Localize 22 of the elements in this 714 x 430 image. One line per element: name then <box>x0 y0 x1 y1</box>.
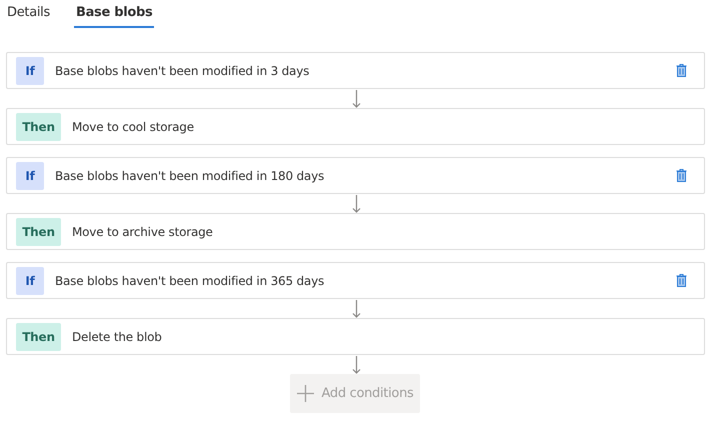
condition-badge: If <box>16 266 44 294</box>
down-arrow-icon <box>352 89 360 108</box>
down-arrow-icon <box>352 299 360 318</box>
rule-text: Move to archive storage <box>72 224 214 238</box>
rule-text: Base blobs haven't been modified in 365 days <box>55 274 326 288</box>
delete-icon[interactable] <box>676 64 687 77</box>
rule-text: Delete the blob <box>72 330 163 344</box>
plus-icon <box>296 385 314 402</box>
down-arrow-icon <box>352 194 360 213</box>
rule-text: Base blobs haven't been modified in 3 days <box>55 64 310 78</box>
tab[interactable]: Base blobs <box>74 0 154 28</box>
condition-badge: If <box>16 162 44 190</box>
condition-badge: If <box>16 56 44 84</box>
action-badge: Then <box>16 218 61 246</box>
tab[interactable]: Details <box>7 0 50 28</box>
action-badge: Then <box>16 112 61 140</box>
down-arrow-icon <box>352 355 360 374</box>
action-badge: Then <box>16 322 61 350</box>
delete-icon[interactable] <box>676 169 687 182</box>
delete-icon[interactable] <box>676 274 687 287</box>
rule-text: Base blobs haven't been modified in 180 days <box>55 168 326 182</box>
rule-text: Move to cool storage <box>72 120 195 134</box>
